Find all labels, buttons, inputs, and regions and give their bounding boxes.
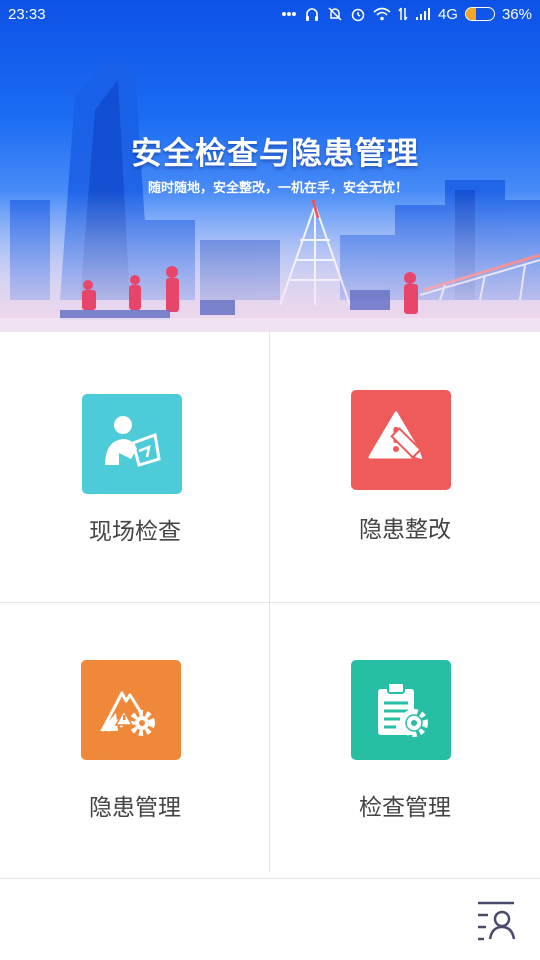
battery-icon xyxy=(464,7,495,21)
inspector-clipboard-icon xyxy=(82,394,182,494)
menu-item-hazard-rectification[interactable]: 隐患整改 xyxy=(270,332,540,602)
alarm-icon xyxy=(350,6,366,22)
more-dots-icon xyxy=(281,11,297,17)
document-gear-icon xyxy=(351,660,451,760)
battery-level xyxy=(465,8,477,20)
status-icons: 4G 36% xyxy=(281,6,532,23)
hazard-gear-icon xyxy=(81,660,181,760)
menu-item-label: 现场检查 xyxy=(89,519,181,545)
status-time: 23:33 xyxy=(8,5,46,23)
menu-item-label: 隐患管理 xyxy=(89,795,181,821)
menu-item-label: 检查管理 xyxy=(359,795,451,821)
user-list-icon xyxy=(478,901,516,941)
data-transfer-icon xyxy=(398,7,408,21)
battery-percent: 36% xyxy=(501,5,532,23)
menu-grid: 现场检查 隐患整改 隐患管理 检查管理 xyxy=(0,332,540,879)
warning-pencil-icon xyxy=(351,390,451,490)
signal-icon xyxy=(415,7,431,21)
wifi-icon xyxy=(373,7,391,21)
menu-item-label: 隐患整改 xyxy=(359,517,451,543)
bottom-bar xyxy=(0,879,540,960)
banner-title: 安全检查与隐患管理 xyxy=(131,136,419,172)
headset-icon xyxy=(304,6,320,22)
mute-icon xyxy=(327,6,343,22)
status-bar: 23:33 4G 36% xyxy=(0,0,540,28)
menu-item-site-inspection[interactable]: 现场检查 xyxy=(0,332,270,602)
network-type: 4G xyxy=(437,5,458,23)
banner: 23:33 4G 36% 安全检查与隐患管理 随时随地，安全整改，一机在手，安全… xyxy=(0,0,540,332)
menu-item-hazard-management[interactable]: 隐患管理 xyxy=(0,602,270,872)
banner-subtitle: 随时随地，安全整改，一机在手，安全无忧！ xyxy=(147,181,408,196)
user-list-button[interactable] xyxy=(474,899,518,943)
menu-item-inspection-management[interactable]: 检查管理 xyxy=(270,602,540,872)
